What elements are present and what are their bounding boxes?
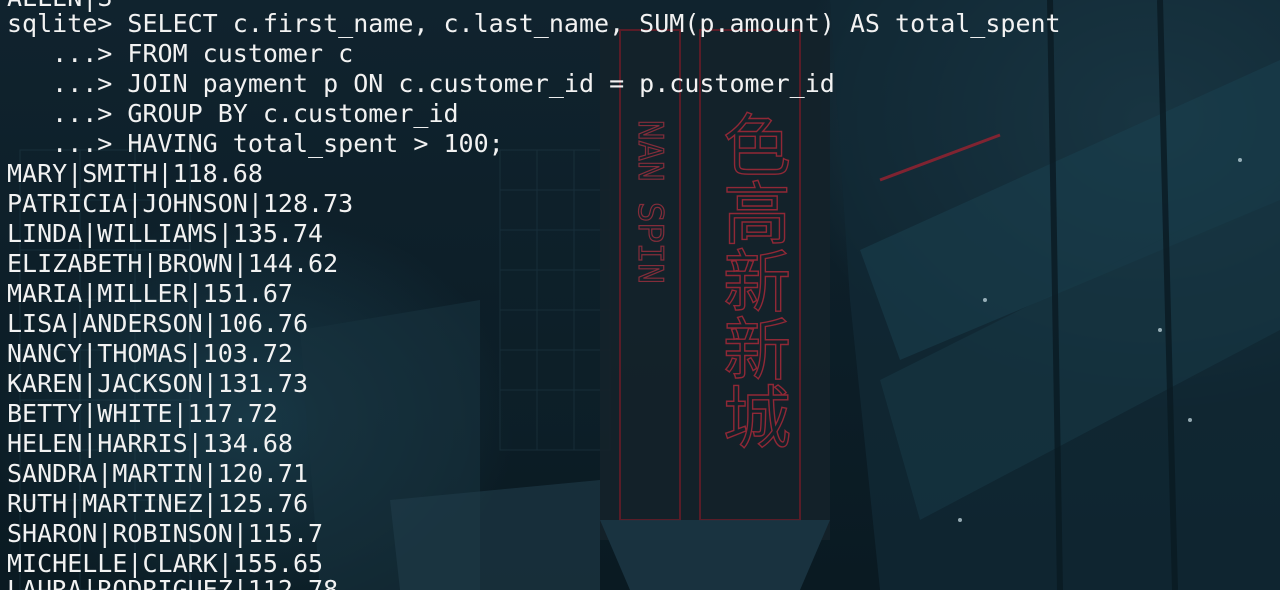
- continuation-prompt: ...>: [7, 129, 128, 158]
- result-row: KAREN|JACKSON|131.73: [7, 369, 309, 398]
- result-row: MARY|SMITH|118.68: [7, 159, 263, 188]
- query-text: GROUP BY c.customer_id: [127, 99, 459, 128]
- query-text: JOIN payment p ON c.customer_id = p.cust…: [127, 69, 835, 98]
- query-text: SELECT c.first_name, c.last_name, SUM(p.…: [127, 9, 1061, 38]
- result-row: RUTH|MARTINEZ|125.76: [7, 489, 309, 518]
- query-line-1: sqlite> SELECT c.first_name, c.last_name…: [7, 9, 1061, 39]
- query-text: FROM customer c: [127, 39, 354, 68]
- result-row: LISA|ANDERSON|106.76: [7, 309, 309, 338]
- query-text: HAVING total_spent > 100;: [127, 129, 504, 158]
- result-row: PATRICIA|JOHNSON|128.73: [7, 189, 354, 218]
- result-row: SHARON|ROBINSON|115.7: [7, 519, 324, 548]
- result-row-partial: LAURA|RODRIGUEZ|112.78: [7, 575, 339, 590]
- query-line-2: ...> FROM customer c: [7, 39, 353, 69]
- continuation-prompt: ...>: [7, 69, 128, 98]
- result-row: MARIA|MILLER|151.67: [7, 279, 293, 308]
- continuation-prompt: ...>: [7, 99, 128, 128]
- query-line-5: ...> HAVING total_spent > 100;: [7, 129, 504, 159]
- query-line-4: ...> GROUP BY c.customer_id: [7, 99, 459, 129]
- query-line-3: ...> JOIN payment p ON c.customer_id = p…: [7, 69, 835, 99]
- result-row: SANDRA|MARTIN|120.71: [7, 459, 309, 488]
- result-row: ELIZABETH|BROWN|144.62: [7, 249, 339, 278]
- result-row: HELEN|HARRIS|134.68: [7, 429, 293, 458]
- terminal-window[interactable]: ALLEN|S sqlite> SELECT c.first_name, c.l…: [0, 0, 1280, 590]
- result-row: BETTY|WHITE|117.72: [7, 399, 278, 428]
- continuation-prompt: ...>: [7, 39, 128, 68]
- sqlite-prompt: sqlite>: [7, 9, 128, 38]
- result-row: NANCY|THOMAS|103.72: [7, 339, 293, 368]
- result-row: LINDA|WILLIAMS|135.74: [7, 219, 324, 248]
